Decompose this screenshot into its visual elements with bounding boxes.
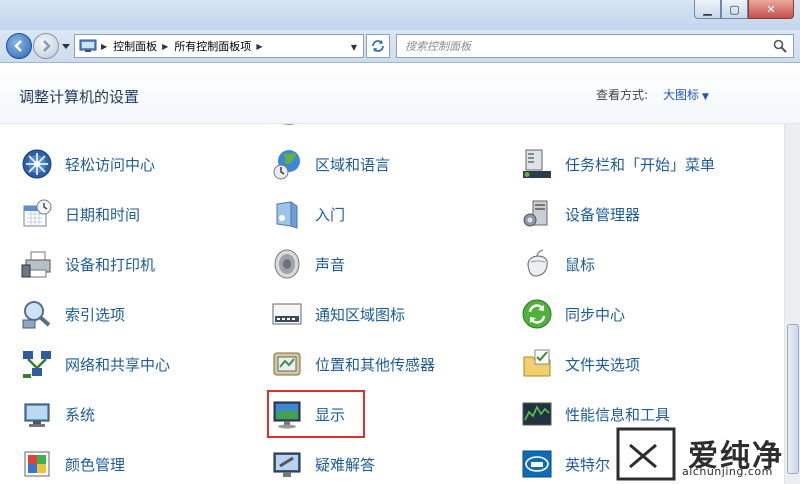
system-icon bbox=[24, 403, 50, 427]
item-notification-icons[interactable]: 通知区域图标 bbox=[270, 294, 405, 334]
control-panel-icon bbox=[79, 39, 97, 52]
item-mouse[interactable]: 鼠标 bbox=[520, 244, 595, 284]
date-time-icon bbox=[23, 199, 52, 227]
breadcrumb-label: 控制面板 bbox=[113, 40, 158, 53]
title-bar: ▁ ▢ ✕ bbox=[0, 0, 800, 30]
item-label: 声音 bbox=[315, 255, 346, 274]
item-label: 日期和时间 bbox=[65, 205, 141, 224]
forward-button[interactable] bbox=[33, 33, 59, 59]
recent-pages-dropdown-icon[interactable] bbox=[61, 41, 71, 51]
item-taskbar-start-menu[interactable]: 任务栏和「开始」菜单 bbox=[520, 144, 715, 184]
item-label: 区域和语言 bbox=[315, 155, 391, 174]
refresh-icon bbox=[372, 40, 384, 52]
item-label: 系统 bbox=[65, 405, 96, 424]
search-box[interactable] bbox=[396, 34, 794, 58]
item-label: 通知区域图标 bbox=[315, 305, 406, 324]
item-label: 疑难解答 bbox=[315, 455, 376, 474]
item-label: 轻松访问中心 bbox=[65, 155, 156, 174]
item-label: 文件夹选项 bbox=[565, 355, 641, 374]
item-label: 索引选项 bbox=[65, 305, 126, 324]
search-icon[interactable] bbox=[773, 39, 787, 53]
item-color-management[interactable]: 颜色管理 bbox=[20, 444, 125, 484]
sync-center-icon bbox=[522, 299, 552, 329]
watermark: 爱纯净 aichunjing.com bbox=[612, 423, 800, 484]
folder-options-icon bbox=[523, 349, 551, 377]
item-label: 性能信息和工具 bbox=[565, 405, 671, 424]
page-title: 调整计算机的设置 bbox=[19, 88, 140, 106]
item-troubleshooting[interactable]: 疑难解答 bbox=[270, 444, 375, 484]
item-label: 入门 bbox=[315, 205, 346, 224]
view-by-label: 查看方式: bbox=[596, 88, 649, 102]
item-network-sharing[interactable]: 网络和共享中心 bbox=[20, 344, 170, 384]
item-date-time[interactable]: 日期和时间 bbox=[20, 194, 140, 234]
item-label: 网络和共享中心 bbox=[65, 355, 171, 374]
highlight-box bbox=[267, 390, 365, 438]
item-getting-started[interactable]: 入门 bbox=[270, 194, 345, 234]
close-button[interactable]: ✕ bbox=[748, 0, 794, 19]
location-sensors-icon bbox=[273, 352, 301, 376]
getting-started-icon bbox=[276, 201, 298, 229]
partial-item-icon bbox=[282, 124, 296, 125]
taskbar-icon bbox=[523, 149, 551, 178]
refresh-button[interactable] bbox=[366, 34, 390, 58]
watermark-url: aichunjing.com bbox=[682, 465, 773, 478]
chevron-down-icon: ▼ bbox=[702, 92, 709, 102]
item-ease-of-access[interactable]: 轻松访问中心 bbox=[20, 144, 155, 184]
item-label: 鼠标 bbox=[565, 255, 596, 274]
color-management-icon bbox=[24, 451, 50, 477]
item-region-language[interactable]: 区域和语言 bbox=[270, 144, 390, 184]
breadcrumb-all-items[interactable]: 所有控制面板项 ▶ bbox=[174, 38, 262, 54]
navigation-bar: ▶ 控制面板 ▶ 所有控制面板项 ▶ ▼ bbox=[0, 30, 800, 63]
ease-of-access-icon bbox=[22, 149, 52, 179]
item-label: 位置和其他传感器 bbox=[315, 355, 436, 374]
item-label: 设备和打印机 bbox=[65, 255, 156, 274]
address-dropdown-icon[interactable]: ▼ bbox=[351, 43, 357, 52]
partial-item-icon bbox=[524, 124, 554, 130]
intel-icon bbox=[522, 450, 552, 478]
devices-printers-icon bbox=[21, 251, 51, 278]
back-arrow-icon bbox=[14, 40, 22, 52]
watermark-logo-icon bbox=[616, 427, 676, 481]
item-sound[interactable]: 声音 bbox=[270, 244, 345, 284]
item-label: 设备管理器 bbox=[565, 205, 641, 224]
forward-arrow-icon bbox=[43, 40, 51, 52]
troubleshooting-icon bbox=[273, 452, 301, 477]
indexing-icon bbox=[22, 301, 51, 329]
back-button[interactable] bbox=[6, 33, 32, 59]
item-folder-options[interactable]: 文件夹选项 bbox=[520, 344, 640, 384]
page-header: 调整计算机的设置 查看方式: 大图标 ▼ bbox=[0, 64, 800, 124]
minimize-button[interactable]: ▁ bbox=[694, 0, 721, 19]
network-sharing-icon bbox=[23, 351, 51, 378]
item-devices-printers[interactable]: 设备和打印机 bbox=[20, 244, 155, 284]
item-intel[interactable]: 英特尔 bbox=[520, 444, 610, 484]
item-label: 任务栏和「开始」菜单 bbox=[565, 155, 716, 174]
address-bar[interactable]: ▶ 控制面板 ▶ 所有控制面板项 ▶ ▼ bbox=[74, 34, 364, 58]
region-language-icon bbox=[273, 150, 300, 180]
view-by-value: 大图标 bbox=[663, 88, 700, 102]
breadcrumb-control-panel[interactable]: 控制面板 ▶ bbox=[113, 38, 168, 54]
item-label: 英特尔 bbox=[565, 455, 611, 474]
breadcrumb-label: 所有控制面板项 bbox=[174, 40, 252, 53]
item-indexing-options[interactable]: 索引选项 bbox=[20, 294, 125, 334]
view-by-dropdown[interactable]: 大图标 ▼ bbox=[663, 86, 709, 103]
breadcrumb-sep-root[interactable]: ▶ bbox=[101, 42, 107, 51]
device-manager-icon bbox=[523, 200, 548, 227]
item-location-sensors[interactable]: 位置和其他传感器 bbox=[270, 344, 435, 384]
sound-icon bbox=[274, 249, 300, 279]
performance-icon bbox=[522, 402, 552, 426]
search-input[interactable] bbox=[405, 39, 765, 53]
maximize-button[interactable]: ▢ bbox=[721, 0, 748, 19]
window-controls: ▁ ▢ ✕ bbox=[694, 0, 794, 19]
notification-icons-icon bbox=[272, 303, 302, 325]
item-device-manager[interactable]: 设备管理器 bbox=[520, 194, 640, 234]
mouse-icon bbox=[527, 249, 548, 277]
item-system[interactable]: 系统 bbox=[20, 394, 95, 434]
item-sync-center[interactable]: 同步中心 bbox=[520, 294, 625, 334]
item-label: 同步中心 bbox=[565, 305, 626, 324]
item-label: 颜色管理 bbox=[65, 455, 126, 474]
